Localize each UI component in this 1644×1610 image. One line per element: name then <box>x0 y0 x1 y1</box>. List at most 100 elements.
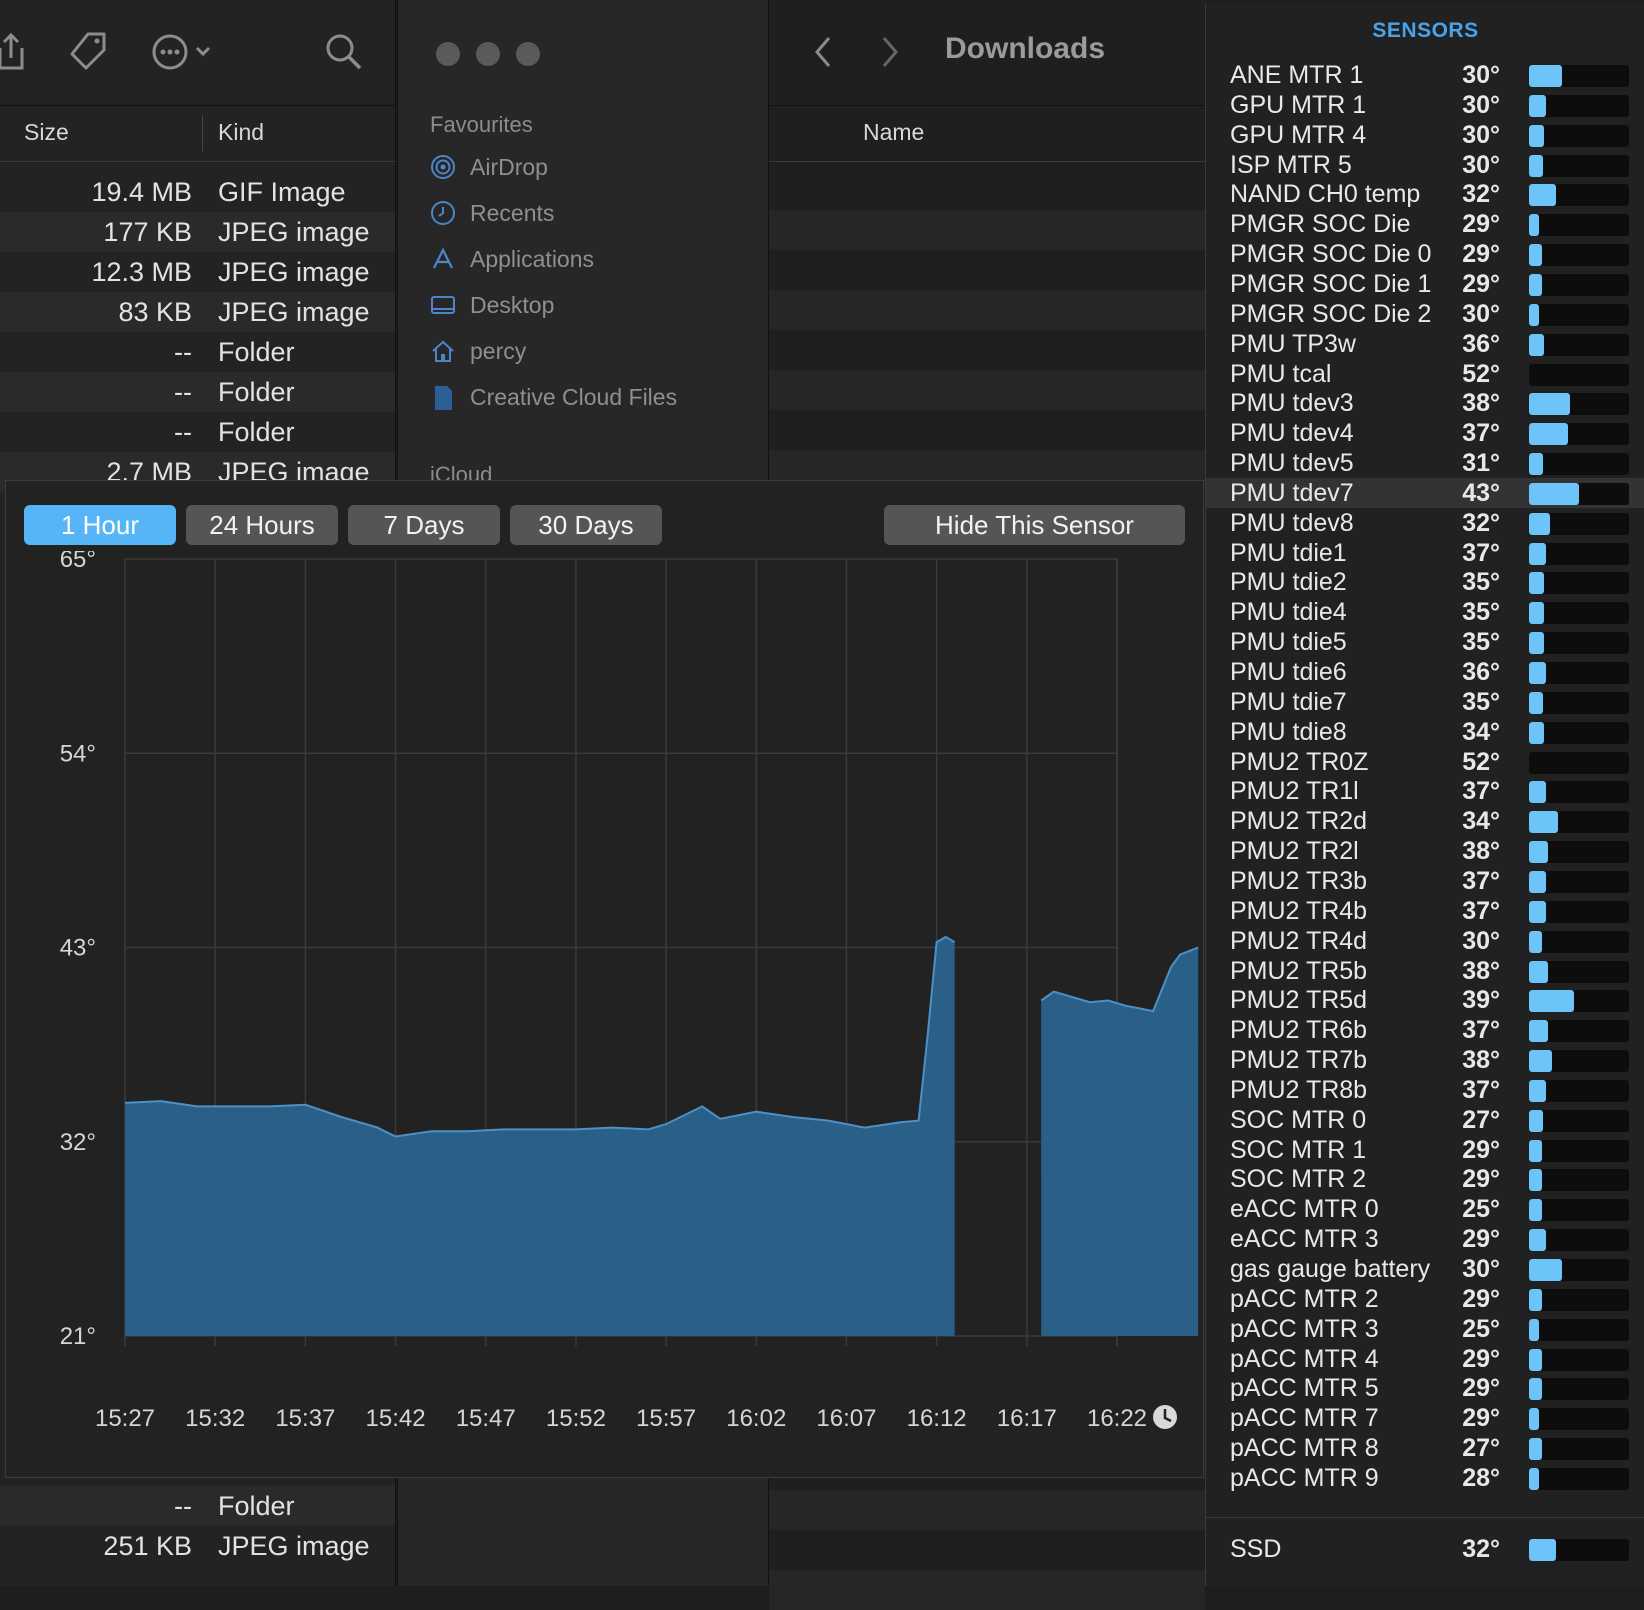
sensor-row[interactable]: PMGR SOC Die 2 30° <box>1206 299 1644 329</box>
sidebar-item-label: Applications <box>470 246 595 272</box>
minimize-window-button[interactable] <box>476 42 500 66</box>
clock-icon[interactable] <box>1153 1405 1177 1429</box>
y-tick-label: 54° <box>60 740 96 767</box>
sensor-row[interactable]: PMU2 TR4d 30° <box>1206 926 1644 956</box>
sensor-row[interactable]: PMU2 TR0Z 52° <box>1206 747 1644 777</box>
sensor-row[interactable]: PMU tdie8 34° <box>1206 717 1644 747</box>
sensor-row[interactable]: SOC MTR 0 27° <box>1206 1105 1644 1135</box>
x-tick-label: 16:02 <box>726 1405 786 1432</box>
sensor-row[interactable]: PMU2 TR5b 38° <box>1206 956 1644 986</box>
sensor-row[interactable]: PMU tdie1 37° <box>1206 538 1644 568</box>
list-stripe <box>769 290 1205 330</box>
sensor-value: 37° <box>1462 777 1500 806</box>
file-row[interactable]: 251 KB JPEG image <box>0 1526 395 1566</box>
sensor-row[interactable]: ISP MTR 5 30° <box>1206 150 1644 180</box>
share-icon[interactable] <box>0 30 38 74</box>
forward-arrow-icon[interactable] <box>874 34 904 70</box>
range-button-24-hours[interactable]: 24 Hours <box>186 505 338 545</box>
temperature-line-series-1 <box>124 935 956 1138</box>
tag-icon[interactable] <box>66 30 110 74</box>
range-button-1-hour[interactable]: 1 Hour <box>24 505 176 545</box>
sensor-row[interactable]: pACC MTR 2 29° <box>1206 1284 1644 1314</box>
sensor-value: 36° <box>1462 658 1500 686</box>
sensor-name: SSD <box>1230 1535 1282 1563</box>
sensor-row[interactable]: pACC MTR 8 27° <box>1206 1433 1644 1463</box>
sensor-row[interactable]: PMU2 TR2l 38° <box>1206 836 1644 866</box>
sensor-bar <box>1529 1169 1629 1192</box>
sensor-bar-fill <box>1529 1378 1542 1401</box>
sensor-value: 28° <box>1462 1463 1500 1492</box>
sensor-row[interactable]: PMGR SOC Die 1 29° <box>1206 269 1644 299</box>
sensor-row[interactable]: PMU tdie4 35° <box>1206 597 1644 627</box>
sensor-row[interactable]: PMU2 TR6b 37° <box>1206 1015 1644 1045</box>
more-actions-icon[interactable] <box>150 30 220 74</box>
sensor-row[interactable]: PMGR SOC Die 29° <box>1206 209 1644 239</box>
sensor-row[interactable]: PMU2 TR8b 37° <box>1206 1075 1644 1105</box>
sensor-row[interactable]: ANE MTR 1 30° <box>1206 60 1644 90</box>
file-row[interactable]: 177 KB JPEG image <box>0 212 395 252</box>
size-column-header[interactable]: Size <box>24 119 69 146</box>
sensor-bar <box>1529 811 1629 834</box>
sensor-row[interactable]: GPU MTR 4 30° <box>1206 120 1644 150</box>
back-arrow-icon[interactable] <box>809 34 839 70</box>
sensor-row[interactable]: PMU tdie7 35° <box>1206 687 1644 717</box>
file-row[interactable]: -- Folder <box>0 372 395 412</box>
kind-column-header[interactable]: Kind <box>218 119 264 146</box>
sensor-row[interactable]: PMU tcal 52° <box>1206 359 1644 389</box>
sensor-row[interactable]: pACC MTR 3 25° <box>1206 1314 1644 1344</box>
sensor-row[interactable]: eACC MTR 0 25° <box>1206 1194 1644 1224</box>
hide-sensor-button[interactable]: Hide This Sensor <box>884 505 1185 545</box>
sensor-row[interactable]: PMU tdev8 32° <box>1206 508 1644 538</box>
sensor-row[interactable]: GPU MTR 1 30° <box>1206 90 1644 120</box>
sensor-row[interactable]: pACC MTR 9 28° <box>1206 1463 1644 1493</box>
file-row[interactable]: -- Folder <box>0 332 395 372</box>
sensor-row[interactable]: PMU2 TR3b 37° <box>1206 866 1644 896</box>
sensor-value: 38° <box>1462 389 1500 418</box>
sensor-bar <box>1529 124 1629 147</box>
sensor-row[interactable]: PMU tdie6 36° <box>1206 657 1644 687</box>
file-row[interactable]: 12.3 MB JPEG image <box>0 252 395 292</box>
sensor-row[interactable]: pACC MTR 5 29° <box>1206 1373 1644 1403</box>
column-separator[interactable] <box>202 115 203 151</box>
file-row[interactable]: -- Folder <box>0 1486 395 1526</box>
sensor-row[interactable]: NAND CH0 temp 32° <box>1206 179 1644 209</box>
name-column-label: Name <box>863 119 925 145</box>
sensor-row[interactable]: PMU tdie2 35° <box>1206 567 1644 597</box>
sensor-row[interactable]: PMU tdev4 37° <box>1206 418 1644 448</box>
sensor-row[interactable]: PMU2 TR4b 37° <box>1206 896 1644 926</box>
sensor-row-ssd[interactable]: SSD 32° <box>1206 1534 1644 1564</box>
sensor-row[interactable]: PMU2 TR1l 37° <box>1206 776 1644 806</box>
file-row[interactable]: -- Folder <box>0 412 395 452</box>
sensor-row[interactable]: pACC MTR 4 29° <box>1206 1344 1644 1374</box>
sensor-row[interactable]: SOC MTR 1 29° <box>1206 1135 1644 1165</box>
name-column-header[interactable]: Name <box>769 105 1205 162</box>
close-window-button[interactable] <box>436 42 460 66</box>
zoom-window-button[interactable] <box>516 42 540 66</box>
y-tick-label: 43° <box>60 935 96 962</box>
sensor-row[interactable]: PMGR SOC Die 0 29° <box>1206 239 1644 269</box>
range-button-7-days[interactable]: 7 Days <box>348 505 500 545</box>
sensor-row[interactable]: PMU TP3w 36° <box>1206 329 1644 359</box>
sensor-row[interactable]: PMU tdev5 31° <box>1206 448 1644 478</box>
range-button-30-days[interactable]: 30 Days <box>510 505 662 545</box>
sensor-name: PMGR SOC Die <box>1230 210 1411 239</box>
file-row[interactable]: 83 KB JPEG image <box>0 292 395 332</box>
sensor-row[interactable]: PMU2 TR7b 38° <box>1206 1045 1644 1075</box>
sensor-row[interactable]: PMU tdev7 43° <box>1206 477 1644 508</box>
sensor-row[interactable]: PMU2 TR2d 34° <box>1206 806 1644 836</box>
sensor-bar <box>1529 691 1629 714</box>
sensor-bar <box>1529 184 1629 207</box>
file-kind: JPEG image <box>218 297 370 327</box>
sensor-row[interactable]: PMU2 TR5d 39° <box>1206 985 1644 1015</box>
sensor-name: PMU tdie4 <box>1230 598 1347 627</box>
sensor-value: 30° <box>1462 1255 1500 1283</box>
sensor-row[interactable]: pACC MTR 7 29° <box>1206 1403 1644 1433</box>
sensor-row[interactable]: PMU tdev3 38° <box>1206 388 1644 418</box>
sensor-row[interactable]: PMU tdie5 35° <box>1206 627 1644 657</box>
file-row[interactable]: 19.4 MB GIF Image <box>0 172 395 212</box>
y-tick-label: 21° <box>60 1323 96 1350</box>
search-icon[interactable] <box>322 30 366 74</box>
sensor-row[interactable]: SOC MTR 2 29° <box>1206 1164 1644 1194</box>
sensor-row[interactable]: gas gauge battery 30° <box>1206 1254 1644 1284</box>
sensor-row[interactable]: eACC MTR 3 29° <box>1206 1224 1644 1254</box>
